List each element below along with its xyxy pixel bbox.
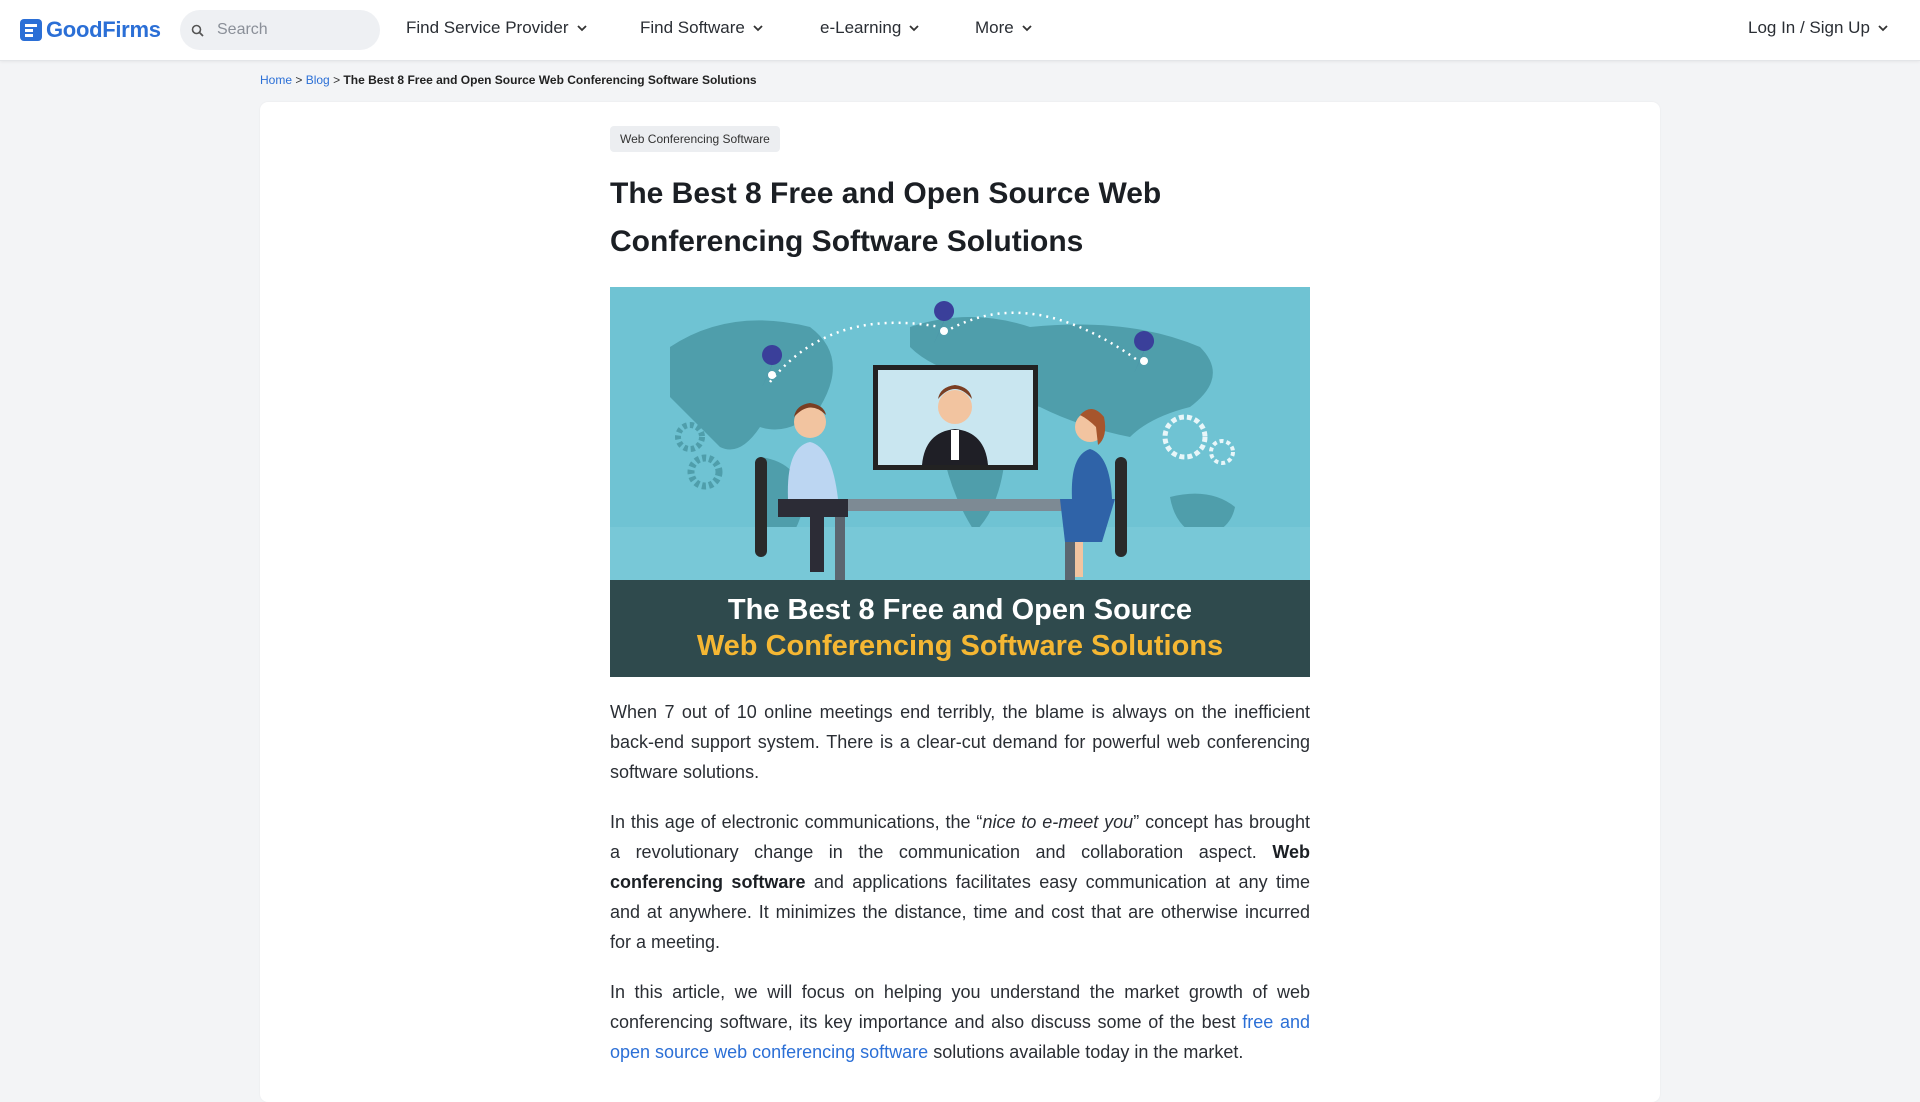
breadcrumb-separator: > [292,73,306,87]
category-tag[interactable]: Web Conferencing Software [610,126,780,152]
article-paragraph: In this age of electronic communications… [610,807,1310,957]
chevron-down-icon [753,25,763,32]
breadcrumb-separator: > [329,73,344,87]
goodfirms-logo[interactable]: GoodFirms [20,17,161,43]
nav-find-software[interactable]: Find Software [640,18,763,38]
hero-banner: The Best 8 Free and Open Source Web Conf… [610,580,1310,677]
nav-more[interactable]: More [975,18,1032,38]
logo-text: GoodFirms [46,17,161,42]
hero-banner-title: The Best 8 Free and Open Source [727,594,1193,626]
hero-illustration [610,287,1310,580]
paragraph-text: In this age of electronic communications… [610,812,983,832]
login-signup-label: Log In / Sign Up [1748,18,1870,37]
category-label: Web Conferencing Software [620,132,770,146]
chevron-down-icon [576,25,587,32]
article-title: The Best 8 Free and Open Source Web Conf… [610,177,1162,258]
nav-e-learning[interactable]: e-Learning [820,18,919,38]
nav-label: Find Service Provider [406,18,569,37]
article-paragraph: In this article, we will focus on helpin… [610,977,1310,1067]
goodfirms-logo-icon [20,19,42,41]
breadcrumb-current: The Best 8 Free and Open Source Web Conf… [343,73,757,87]
hero-banner-subtitle: Web Conferencing Software Solutions [696,630,1224,662]
paragraph-emphasis: nice to e-meet you [982,812,1134,832]
article-paragraph: When 7 out of 10 online meetings end ter… [610,702,1310,782]
chevron-down-icon [909,25,919,32]
search-box[interactable] [180,10,380,50]
chevron-down-icon [1878,25,1888,32]
search-icon [191,24,211,37]
hero-image: The Best 8 Free and Open Source Web Conf… [610,287,1310,677]
breadcrumb: Home > Blog > The Best 8 Free and Open S… [260,73,757,87]
nav-label: More [975,18,1014,37]
breadcrumb-home-link[interactable]: Home [260,73,292,87]
search-input[interactable] [215,20,379,40]
nav-label: e-Learning [820,18,902,37]
paragraph-text: In this article, we will focus on helpin… [610,982,1310,1032]
chevron-down-icon [1022,25,1032,32]
paragraph-text: solutions available today in the market. [928,1042,1244,1062]
login-signup-menu[interactable]: Log In / Sign Up [1748,18,1888,38]
breadcrumb-blog-link[interactable]: Blog [306,73,330,87]
nav-label: Find Software [640,18,745,37]
nav-find-service-provider[interactable]: Find Service Provider [406,18,587,38]
top-navbar: GoodFirms Find Service Provider Find Sof… [0,0,1920,61]
